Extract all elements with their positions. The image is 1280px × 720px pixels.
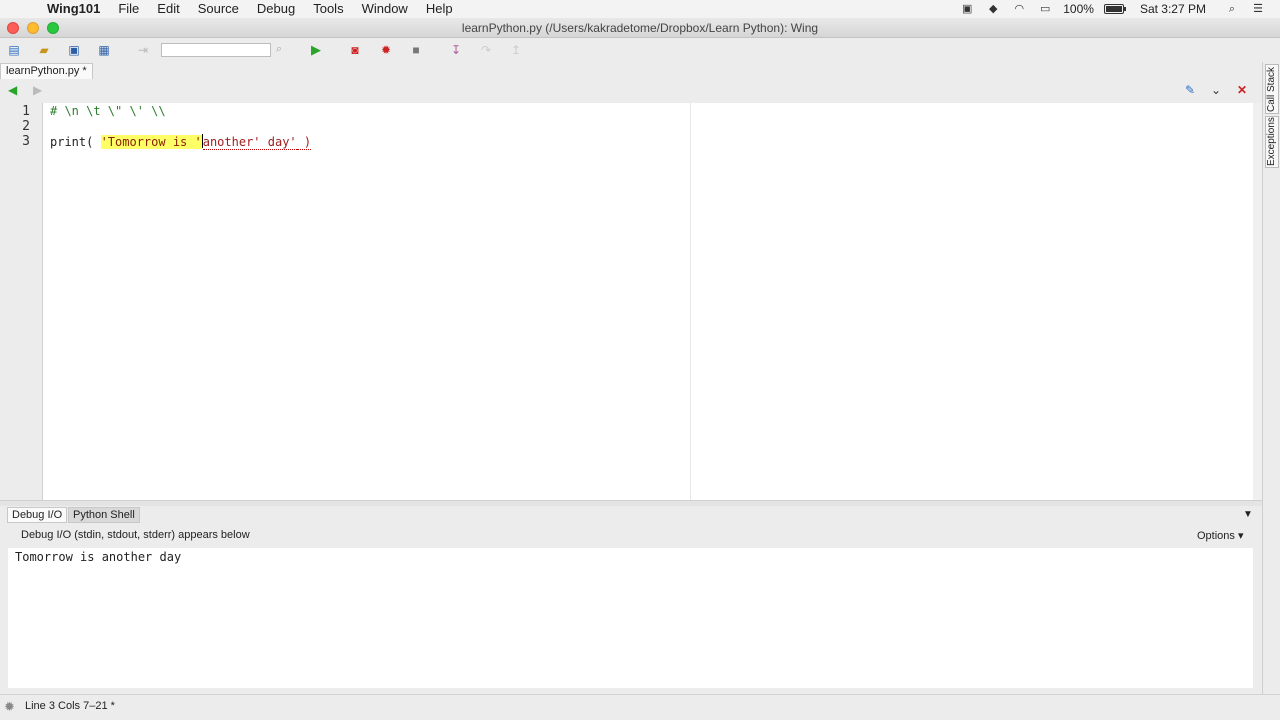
search-input[interactable] [161,43,271,57]
string-literal-highlighted: 'Tomorrow is ' [100,135,202,149]
bottom-tab-bar: Debug I/O Python Shell [0,506,1262,524]
screen-record-icon[interactable]: ▣ [959,3,975,15]
debug-status-bug-icon[interactable]: ✹ [4,699,15,715]
save-icon[interactable]: ▣ [66,42,82,58]
menu-help[interactable]: Help [417,0,462,18]
new-file-icon[interactable]: ▤ [6,42,22,58]
search-icon: ⌕ [276,43,283,55]
chevron-down-icon[interactable]: ⌄ [1211,83,1221,97]
save-all-icon[interactable]: ▦ [96,42,112,58]
options-button[interactable]: Options ▾ [1197,529,1244,542]
system-menubar: Wing101 File Edit Source Debug Tools Win… [0,0,1280,18]
cursor-position-status: Line 3 Cols 7–21 * [25,700,115,712]
menubar-status-area: ▣ ◆ ◠ ▭ 100% Sat 3:27 PM ⌕ ☰ [959,0,1280,18]
run-icon[interactable]: ▶ [308,42,324,58]
notification-center-icon[interactable]: ☰ [1250,3,1266,15]
status-bar: ✹ Line 3 Cols 7–21 * [0,694,1280,720]
close-editor-icon[interactable]: ✕ [1237,83,1247,97]
menu-file[interactable]: File [109,0,148,18]
window-titlebar: learnPython.py (/Users/kakradetome/Dropb… [0,18,1280,38]
line-number-gutter: 1 2 3 [0,103,43,500]
code-line-3[interactable]: print( 'Tomorrow is 'another' day' ) [50,134,312,150]
tab-debug-io[interactable]: Debug I/O [7,507,68,523]
syntax-error-span: another' day' [202,135,297,150]
step-out-icon[interactable]: ↥ [508,42,524,58]
side-tab-exceptions[interactable]: Exceptions [1265,116,1279,168]
menu-app[interactable]: Wing101 [47,0,109,18]
debug-io-header: Debug I/O (stdin, stdout, stderr) appear… [0,526,1262,546]
display-icon[interactable]: ▭ [1037,3,1053,15]
code-token-close-paren: ) [296,135,312,150]
code-editor[interactable]: # \n \t \" \' \\ print( 'Tomorrow is 'an… [43,103,1253,500]
forward-arrow-icon[interactable]: ▶ [33,83,42,97]
line-number: 1 [22,104,30,119]
menu-window[interactable]: Window [353,0,417,18]
editor-tab-learnpython[interactable]: learnPython.py * [0,63,93,79]
wifi-icon[interactable]: ◠ [1011,3,1027,15]
debug-io-description: Debug I/O (stdin, stdout, stderr) appear… [21,529,250,541]
window-title: learnPython.py (/Users/kakradetome/Dropb… [461,21,819,35]
battery-fill [1105,6,1122,12]
options-label: Options [1197,530,1235,542]
edge-column-guide [690,103,691,500]
debug-bug-icon[interactable]: ✹ [378,42,394,58]
line-number: 2 [22,119,30,134]
step-over-icon[interactable]: ↷ [478,42,494,58]
code-token-print: print( [50,135,101,149]
stop-icon[interactable]: ■ [408,42,424,58]
output-line: Tomorrow is another day [15,550,182,564]
step-into-icon[interactable]: ↧ [448,42,464,58]
panel-chevron-down-icon[interactable]: ▼ [1243,509,1253,520]
menu-source[interactable]: Source [189,0,248,18]
menu-edit[interactable]: Edit [148,0,188,18]
spotlight-search-icon[interactable]: ⌕ [1224,3,1240,15]
editor-nav-row: ◀ ▶ ✎ ⌄ ✕ [0,80,1262,102]
pin-icon[interactable]: ✎ [1185,83,1195,97]
tab-python-shell[interactable]: Python Shell [68,507,140,523]
clock[interactable]: Sat 3:27 PM [1140,2,1206,16]
menu-tools[interactable]: Tools [304,0,352,18]
breakpoint-icon[interactable]: ◙ [347,42,363,58]
menu-debug[interactable]: Debug [248,0,304,18]
battery-percent: 100% [1063,2,1094,16]
open-folder-icon[interactable]: ▰ [36,42,52,58]
code-line-1[interactable]: # \n \t \" \' \\ [50,104,166,118]
side-tool-tabs: Call Stack Exceptions [1262,62,1280,702]
back-arrow-icon[interactable]: ◀ [8,83,17,97]
editor-vertical-scrollbar[interactable] [1253,103,1262,500]
side-tab-call-stack[interactable]: Call Stack [1265,64,1279,114]
indent-icon[interactable]: ⇥ [135,42,151,58]
dropbox-icon[interactable]: ◆ [985,3,1001,15]
toolbar: ▤ ▰ ▣ ▦ ⇥ ⌕ ▶ ◙ ✹ ■ ↧ ↷ ↥ [0,38,1280,62]
editor-tab-bar: learnPython.py * [0,62,1262,80]
debug-io-output[interactable]: Tomorrow is another day [8,548,1253,688]
battery-icon[interactable] [1103,4,1126,14]
line-number: 3 [22,134,30,149]
